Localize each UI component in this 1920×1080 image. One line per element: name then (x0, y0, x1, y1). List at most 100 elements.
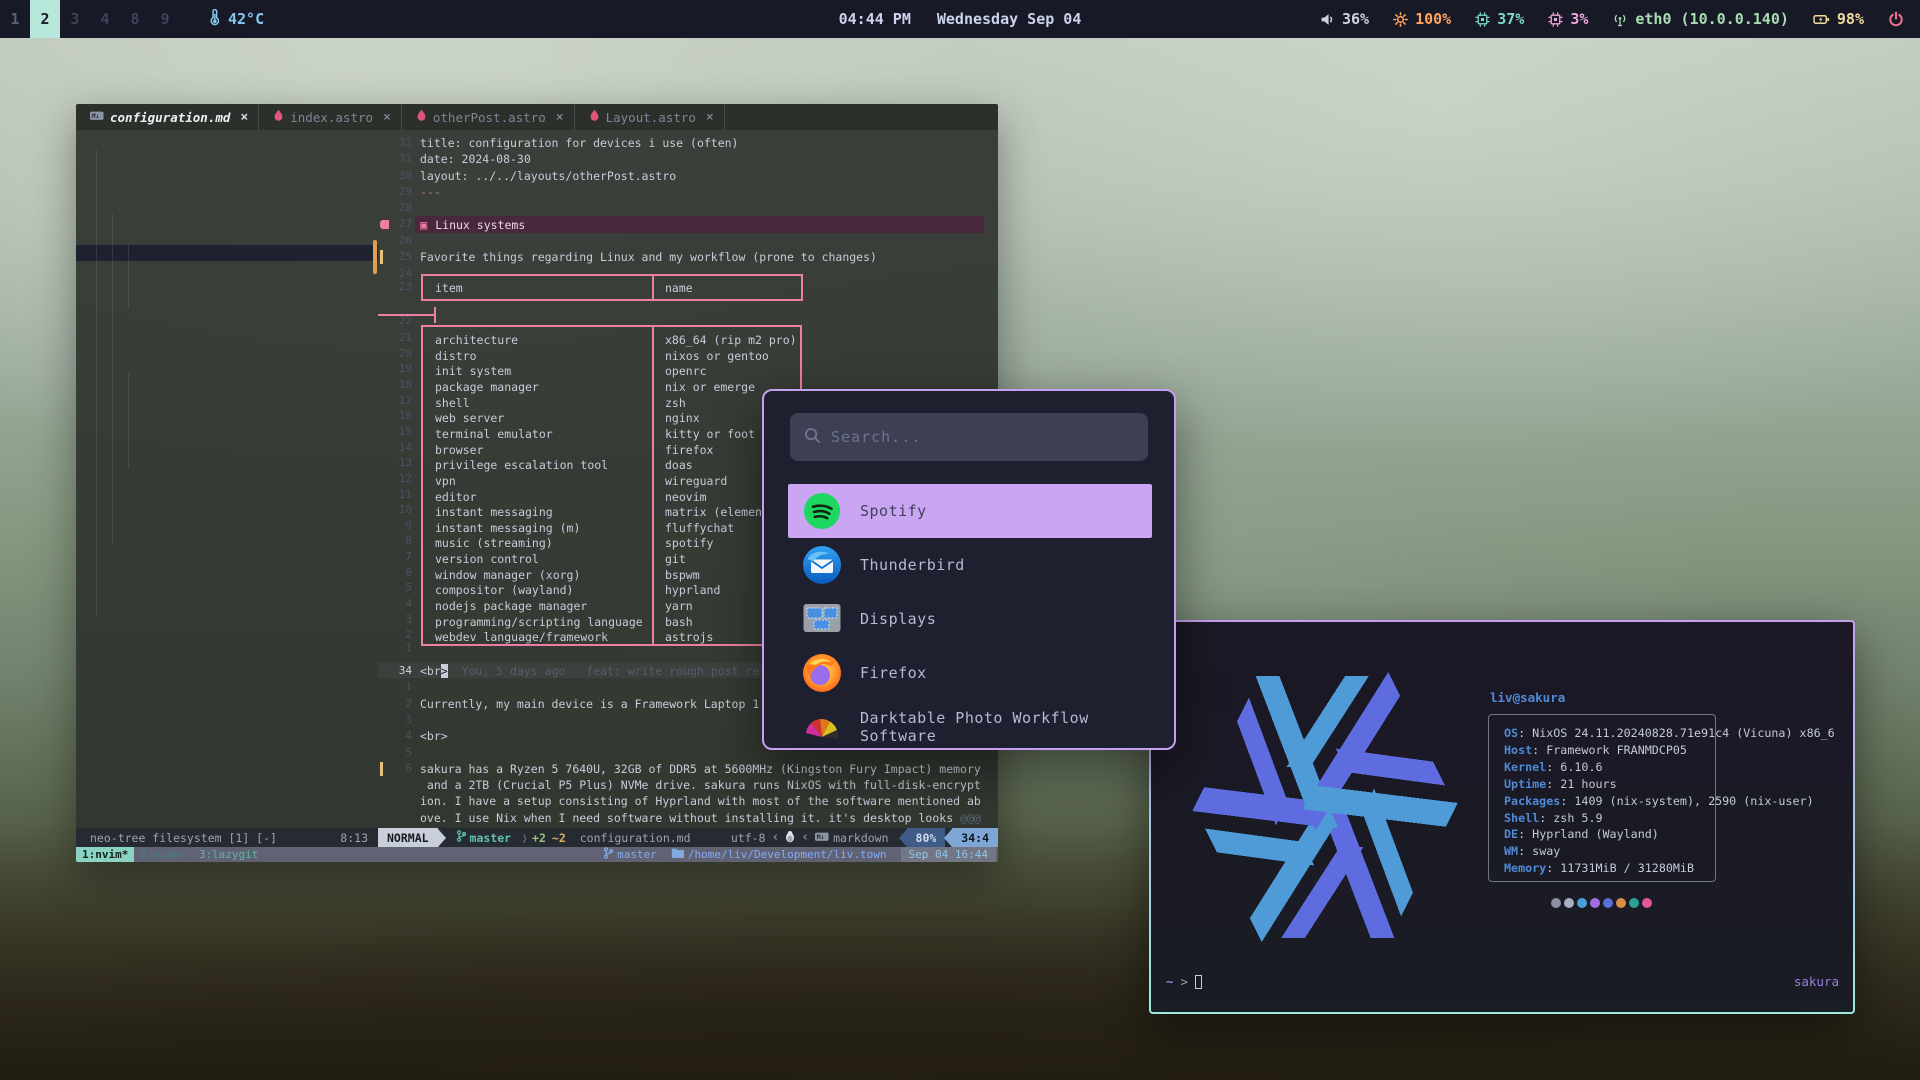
tree-item-index.astro[interactable] (76, 341, 378, 357)
line-number: 25 (378, 249, 412, 265)
tree-item-README.md[interactable] (76, 484, 378, 500)
cpu-value: 37% (1497, 10, 1524, 28)
temperature-value: 42°C (228, 10, 264, 28)
tree-item-src[interactable] (76, 198, 378, 214)
thermometer-icon (208, 9, 221, 30)
line-number: 1 (378, 640, 412, 656)
filetype-label: markdown (833, 831, 888, 845)
tree-item-yarn.lock[interactable] (76, 579, 378, 595)
tree-item-garden.astro[interactable] (76, 404, 378, 420)
close-icon[interactable]: × (383, 110, 391, 125)
tree-item-otherPost.astro[interactable] (76, 261, 378, 277)
tree-item-tone-guide.md[interactable] (76, 356, 378, 372)
tab-label: Layout.astro (606, 110, 696, 125)
tree-item-components[interactable] (76, 213, 378, 229)
tree-item-node-modules[interactable] (76, 166, 378, 182)
terminal-window[interactable]: liv@sakura OS: NixOS 24.11.20240828.71e9… (1149, 620, 1855, 1014)
tree-item-configuration.md[interactable] (76, 309, 378, 325)
search-input[interactable] (831, 428, 1134, 446)
tree-item-index.astro[interactable] (76, 420, 378, 436)
statusline-right: utf-8 ‹ ‹ M↓ markdown 80% 34:4 (731, 828, 998, 847)
battery-module[interactable]: 98% (1813, 10, 1864, 28)
tree-item-astro.config.mjs[interactable] (76, 499, 378, 515)
tree-item-tailwind.config.mjs[interactable] (76, 547, 378, 563)
tree-item-docker-compose.yml[interactable] (76, 515, 378, 531)
nixos-logo (1179, 638, 1471, 979)
tree-item-balcony.astro[interactable] (76, 372, 378, 388)
workspace-9[interactable]: 9 (150, 0, 180, 38)
tree-item--6-hidden-items-[interactable] (76, 595, 378, 611)
workspace-4[interactable]: 4 (90, 0, 120, 38)
workspace-1[interactable]: 1 (0, 0, 30, 38)
close-icon[interactable]: × (556, 110, 564, 125)
tree-item-package.json[interactable] (76, 531, 378, 547)
launcher-search[interactable] (790, 413, 1148, 461)
end-of-buffer-marker: @@@ (960, 811, 981, 825)
volume-value: 36% (1342, 10, 1369, 28)
tree-item-contact.astro[interactable] (76, 388, 378, 404)
close-icon[interactable]: × (240, 110, 248, 125)
shell-prompt[interactable]: ~ > (1166, 974, 1202, 989)
tab-Layout.astro[interactable]: Layout.astro × (575, 104, 725, 130)
launcher-item-label: Displays (860, 610, 936, 628)
astro-icon (273, 109, 284, 125)
tmux-window-2:node-[interactable]: 2:node- (134, 847, 192, 862)
tree-item-pages[interactable] (76, 277, 378, 293)
cpu-module[interactable]: 37% (1475, 10, 1524, 28)
workspace-2[interactable]: 2 (30, 0, 60, 38)
workspace-3[interactable]: 3 (60, 0, 90, 38)
volume-module[interactable]: 36% (1320, 10, 1369, 28)
launcher-item-darktable[interactable]: Darktable Photo Workflow Software (788, 700, 1152, 750)
code-line: and a 2TB (Crucial P5 Plus) NVMe drive. … (420, 777, 981, 793)
tmux-window-1:nvim*[interactable]: 1:nvim* (76, 847, 134, 862)
brightness-module[interactable]: 100% (1393, 10, 1451, 28)
tree-item-public[interactable] (76, 182, 378, 198)
code-line: sakura has a Ryzen 5 7640U, 32GB of DDR5… (420, 761, 981, 777)
table-header-name: name (665, 281, 693, 295)
git-added-count: +2 (532, 831, 546, 845)
tree-item-nginx[interactable] (76, 150, 378, 166)
tree-item-Layout.astro[interactable] (76, 245, 378, 261)
file-tree[interactable] (76, 130, 378, 828)
tree-item-~-Development-liv.town[interactable] (76, 134, 378, 150)
cursor-location: 34:4 (952, 828, 998, 847)
astro-icon (416, 109, 427, 125)
tree-item-Dockerfile[interactable] (76, 468, 378, 484)
launcher-item-displays[interactable]: Displays (788, 592, 1152, 646)
tree-item-tsconfig.json[interactable] (76, 563, 378, 579)
network-module[interactable]: eth0 (10.0.0.140) (1612, 10, 1789, 28)
tree-item-fediverse-terms.md[interactable] (76, 325, 378, 341)
table-cell-name: neovim (665, 490, 707, 504)
tmux-git-branch: master (603, 847, 657, 862)
gpu-module[interactable]: 3% (1548, 10, 1588, 28)
tab-index.astro[interactable]: index.astro× (259, 104, 402, 130)
line-number: 4 (378, 596, 412, 612)
fastfetch-user-host: liv@sakura (1490, 690, 1565, 705)
tab-otherPost.astro[interactable]: otherPost.astro× (402, 104, 575, 130)
fastfetch-row-os: OS: NixOS 24.11.20240828.71e91c4 (Vicuna… (1504, 726, 1835, 740)
astro-icon (589, 109, 600, 125)
launcher-item-thunderbird[interactable]: Thunderbird (788, 538, 1152, 592)
launcher-item-firefox[interactable]: Firefox (788, 646, 1152, 700)
tmux-window-3:lazygit[interactable]: 3:lazygit (193, 847, 265, 862)
current-code-line: <br> You, 5 days ago - feat: write rough… (420, 663, 759, 679)
power-module[interactable] (1888, 11, 1904, 27)
tree-scrollbar[interactable] (373, 240, 377, 274)
heading-text: Linux systems (435, 218, 525, 232)
launcher-item-spotify[interactable]: Spotify (788, 484, 1152, 538)
tree-item-env.d.ts[interactable] (76, 452, 378, 468)
statusline-tree-position: 8:13 (340, 831, 368, 845)
chip-icon (1475, 12, 1490, 27)
palette-dot (1577, 898, 1587, 908)
line-number: 3 (378, 712, 412, 728)
thunderbird-icon (802, 545, 842, 585)
tree-item-layouts[interactable] (76, 229, 378, 245)
workspace-8[interactable]: 8 (120, 0, 150, 38)
tree-item-config.ts[interactable] (76, 436, 378, 452)
table-cell-name: fluffychat (665, 521, 734, 535)
close-icon[interactable]: × (706, 110, 714, 125)
tab-configuration.md[interactable]: M↓configuration.md× (76, 104, 259, 130)
line-number: 11 (378, 487, 412, 503)
tree-item-other[interactable] (76, 293, 378, 309)
folder-icon (671, 847, 684, 862)
